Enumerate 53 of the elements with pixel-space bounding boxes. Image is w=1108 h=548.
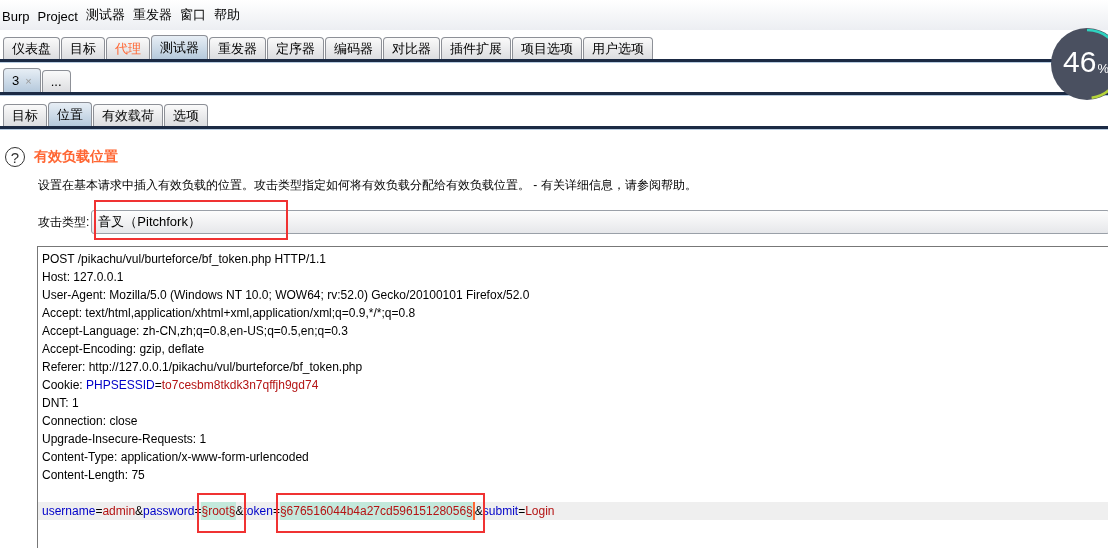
request-text: Upgrade-Insecure-Requests: 1 xyxy=(42,431,207,448)
tab[interactable]: ... xyxy=(41,70,71,92)
request-text: = xyxy=(95,503,103,520)
tab[interactable]: 重发器 xyxy=(209,37,266,59)
param-value: to7cesbm8tkdk3n7qffjh9gd74 xyxy=(161,377,319,394)
request-text: Accept-Language: zh-CN,zh;q=0.8,en-US;q=0.5,en;q=0.3 xyxy=(42,323,348,340)
menu-item[interactable]: 重发器 xyxy=(132,6,172,24)
tab[interactable]: 3 × xyxy=(3,68,41,92)
request-text: DNT: 1 xyxy=(42,395,79,412)
tab[interactable]: 插件扩展 xyxy=(441,37,511,59)
param-name: PHPSESSID xyxy=(86,377,155,394)
menu-item[interactable]: Project xyxy=(37,9,78,24)
request-text: Referer: http://127.0.0.1/pikachu/vul/burteforce/bf_token.php xyxy=(42,359,363,376)
request-text: Accept-Encoding: gzip, deflate xyxy=(42,341,205,358)
tab[interactable]: 目标 xyxy=(3,104,47,126)
tab[interactable]: 位置 xyxy=(48,102,92,126)
tab[interactable]: 仪表盘 xyxy=(3,37,60,59)
attack-type-dropdown[interactable]: 音叉（Pitchfork） xyxy=(91,210,1108,234)
payload-marker: §676516044b4a27cd59615128056§ xyxy=(279,502,475,520)
request-text: POST /pikachu/vul/burteforce/bf_token.php HTTP/1.1 xyxy=(42,251,326,268)
tab[interactable]: 项目选项 xyxy=(512,37,582,59)
param-value: admin xyxy=(102,503,136,520)
menu-item[interactable]: 测试器 xyxy=(85,6,125,24)
request-text: Accept: text/html,application/xhtml+xml,application/xml;q=0.9,*/*;q=0.8 xyxy=(42,305,416,322)
request-text: Content-Type: application/x-www-form-urlencoded xyxy=(42,449,309,466)
tab[interactable]: 编码器 xyxy=(325,37,382,59)
tab[interactable]: 对比器 xyxy=(383,37,440,59)
tab[interactable]: 用户选项 xyxy=(583,37,653,59)
request-text: = xyxy=(518,503,526,520)
tab[interactable]: 选项 xyxy=(164,104,208,126)
payload-marker: §root§ xyxy=(201,502,236,520)
param-name: username xyxy=(42,503,96,520)
menu-item[interactable]: 窗口 xyxy=(179,6,206,24)
request-text: & xyxy=(135,503,144,520)
tab[interactable]: 目标 xyxy=(61,37,105,59)
gauge-value: 46 xyxy=(1063,45,1097,79)
tab[interactable]: 有效载荷 xyxy=(93,104,163,126)
tab[interactable]: 测试器 xyxy=(151,35,208,59)
request-text: Host: 127.0.0.1 xyxy=(42,269,124,286)
request-text: Content-Length: 75 xyxy=(42,467,145,484)
menu-item[interactable]: Burp xyxy=(2,9,30,24)
field-label: 攻击类型: xyxy=(38,213,90,231)
param-value: Login xyxy=(525,503,555,520)
section-title: 有效负载位置 xyxy=(34,148,118,166)
request-text: = xyxy=(154,377,162,394)
param-name: password xyxy=(143,503,195,520)
request-text: Connection: close xyxy=(42,413,138,430)
request-text: User-Agent: Mozilla/5.0 (Windows NT 10.0; WOW64; rv:52.0) Gecko/20100101 Firefox/52.0 xyxy=(42,287,530,304)
menu-item[interactable]: 帮助 xyxy=(213,6,240,24)
description: 设置在基本请求中插入有效负载的位置。攻击类型指定如何将有效负载分配给有效负载位置。 - 有关详细信息，请参阅帮助。 xyxy=(38,177,698,194)
gauge-unit: % xyxy=(1097,61,1108,78)
request-text: Cookie: xyxy=(42,377,84,394)
tab[interactable]: 定序器 xyxy=(267,37,324,59)
